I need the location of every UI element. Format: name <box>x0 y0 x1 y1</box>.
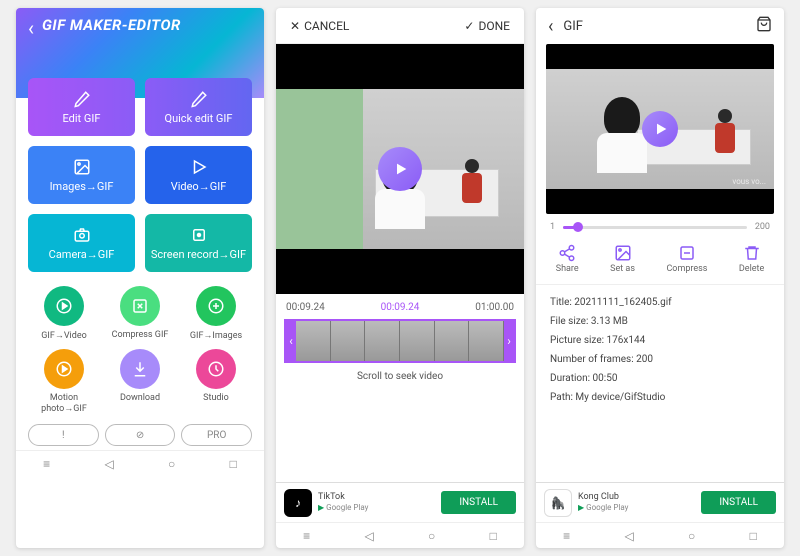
compress-button[interactable]: Compress <box>666 244 707 274</box>
circle-label: Motion photo→GIF <box>28 393 100 414</box>
screen-home: ‹ GIF MAKER-EDITOR Edit GIF Quick edit G… <box>16 8 264 548</box>
android-nav: ≡ ◁ ○ □ <box>276 522 524 548</box>
screen-record-tile[interactable]: Screen record→GIF <box>145 214 252 272</box>
cancel-label: CANCEL <box>304 19 349 33</box>
screen-detail: ‹ GIF vous vo... 1 200 Share Set as Comp… <box>536 8 784 548</box>
seek-hint: Scroll to seek video <box>276 365 524 390</box>
trim-timeline[interactable]: ‹ › <box>284 319 516 363</box>
action-label: Compress <box>666 264 707 274</box>
slider-max: 200 <box>755 222 770 232</box>
editor-header: ✕ CANCEL ✓ DONE <box>276 8 524 44</box>
android-nav: ≡ ◁ ○ □ <box>16 450 264 476</box>
ad-app-icon: 🦍 <box>544 489 572 517</box>
back-icon[interactable]: ‹ <box>28 16 34 40</box>
ad-name: TikTok <box>318 492 435 503</box>
circle-label: GIF→Images <box>190 330 242 341</box>
nav-recent-icon[interactable]: □ <box>490 529 497 543</box>
close-icon: ✕ <box>290 19 300 33</box>
compress-button[interactable] <box>120 286 160 326</box>
nav-recent-icon[interactable]: □ <box>230 457 237 471</box>
install-button[interactable]: INSTALL <box>441 491 516 514</box>
info-duration: Duration: 00:50 <box>550 369 770 388</box>
time-current: 00:09.24 <box>381 302 420 313</box>
nav-recent-icon[interactable]: □ <box>750 529 757 543</box>
tile-label: Quick edit GIF <box>165 112 233 125</box>
action-label: Delete <box>739 264 764 274</box>
page-title: GIF <box>563 19 746 34</box>
info-path: Path: My device/GifStudio <box>550 388 770 407</box>
done-label: DONE <box>478 19 510 33</box>
delete-button[interactable]: Delete <box>739 244 764 274</box>
info-frames: Number of frames: 200 <box>550 350 770 369</box>
motion-photo-button[interactable] <box>44 349 84 389</box>
install-button[interactable]: INSTALL <box>701 491 776 514</box>
info-filesize: File size: 3.13 MB <box>550 312 770 331</box>
info-pill[interactable]: ! <box>28 424 99 446</box>
edit-gif-tile[interactable]: Edit GIF <box>28 78 135 136</box>
nav-home-icon[interactable]: ○ <box>168 457 175 471</box>
cancel-button[interactable]: ✕ CANCEL <box>290 19 349 33</box>
circle-label: Compress GIF <box>112 330 169 340</box>
action-label: Share <box>556 264 579 274</box>
video-preview[interactable] <box>276 44 524 294</box>
share-button[interactable]: Share <box>556 244 579 274</box>
tile-label: Screen record→GIF <box>151 248 246 261</box>
gif-info: Title: 20211111_162405.gif File size: 3.… <box>536 285 784 482</box>
info-title: Title: 20211111_162405.gif <box>550 293 770 312</box>
video-gif-tile[interactable]: Video→GIF <box>145 146 252 204</box>
tile-label: Video→GIF <box>171 180 227 193</box>
circle-label: Download <box>120 393 160 403</box>
ad-source: Google Play <box>586 503 628 512</box>
camera-gif-tile[interactable]: Camera→GIF <box>28 214 135 272</box>
images-gif-tile[interactable]: Images→GIF <box>28 146 135 204</box>
trim-handle-right[interactable]: › <box>504 321 514 361</box>
nav-home-icon[interactable]: ○ <box>428 529 435 543</box>
time-start: 00:09.24 <box>286 302 325 313</box>
download-button[interactable] <box>120 349 160 389</box>
trim-handle-left[interactable]: ‹ <box>286 321 296 361</box>
frame-slider[interactable] <box>563 226 747 229</box>
gif-preview[interactable]: vous vo... <box>546 44 774 214</box>
watermark: vous vo... <box>732 177 766 186</box>
app-title: GIF MAKER-EDITOR <box>42 16 252 34</box>
play-button[interactable] <box>378 147 422 191</box>
time-end: 01:00.00 <box>475 302 514 313</box>
screen-editor: ✕ CANCEL ✓ DONE 00:09.24 00:09.24 01:00.00… <box>276 8 524 548</box>
ad-banner[interactable]: ♪ TikTok▶ Google Play INSTALL <box>276 482 524 522</box>
nav-menu-icon[interactable]: ≡ <box>303 529 310 543</box>
ad-name: Kong Club <box>578 492 695 503</box>
circle-label: Studio <box>203 393 229 403</box>
play-button[interactable] <box>642 111 678 147</box>
time-row: 00:09.24 00:09.24 01:00.00 <box>276 294 524 317</box>
detail-header: ‹ GIF <box>536 8 784 44</box>
circle-label: GIF→Video <box>41 330 86 341</box>
nav-back-icon[interactable]: ◁ <box>364 529 373 543</box>
ad-banner[interactable]: 🦍 Kong Club▶ Google Play INSTALL <box>536 482 784 522</box>
setas-button[interactable]: Set as <box>610 244 635 274</box>
gif-images-button[interactable] <box>196 286 236 326</box>
nav-menu-icon[interactable]: ≡ <box>43 457 50 471</box>
ad-app-icon: ♪ <box>284 489 312 517</box>
gif-video-button[interactable] <box>44 286 84 326</box>
nav-home-icon[interactable]: ○ <box>688 529 695 543</box>
info-picsize: Picture size: 176x144 <box>550 331 770 350</box>
ad-source: Google Play <box>326 503 368 512</box>
slider-min: 1 <box>550 222 555 232</box>
studio-button[interactable] <box>196 349 236 389</box>
check-icon: ✓ <box>464 19 474 33</box>
nav-menu-icon[interactable]: ≡ <box>563 529 570 543</box>
tile-label: Edit GIF <box>63 112 101 125</box>
done-button[interactable]: ✓ DONE <box>464 19 510 33</box>
shop-icon[interactable] <box>756 16 772 36</box>
tile-label: Images→GIF <box>50 180 114 193</box>
android-nav: ≡ ◁ ○ □ <box>536 522 784 548</box>
back-icon[interactable]: ‹ <box>548 16 553 37</box>
pro-pill[interactable]: PRO <box>181 424 252 446</box>
noads-pill[interactable]: ⊘ <box>105 424 176 446</box>
nav-back-icon[interactable]: ◁ <box>104 457 113 471</box>
action-label: Set as <box>610 264 635 274</box>
quick-edit-tile[interactable]: Quick edit GIF <box>145 78 252 136</box>
nav-back-icon[interactable]: ◁ <box>624 529 633 543</box>
tile-label: Camera→GIF <box>49 248 115 261</box>
